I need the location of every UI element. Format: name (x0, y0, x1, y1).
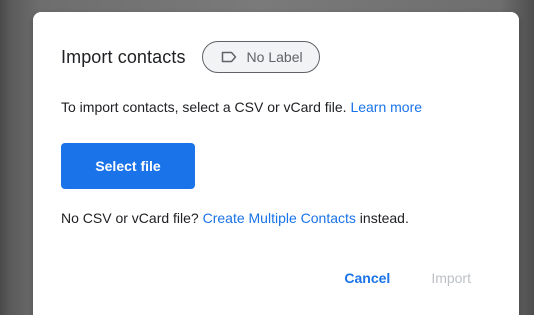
label-chip[interactable]: No Label (201, 41, 320, 73)
label-outline-icon (221, 50, 239, 64)
import-contacts-dialog: Import contacts No Label To import conta… (33, 12, 519, 315)
select-file-button[interactable]: Select file (61, 143, 195, 189)
dialog-actions: Cancel Import (344, 266, 519, 290)
dialog-title: Import contacts (61, 46, 186, 67)
dialog-description: To import contacts, select a CSV or vCar… (61, 99, 422, 115)
label-chip-text: No Label (246, 49, 303, 65)
dialog-header: Import contacts No Label (61, 40, 320, 74)
import-button[interactable]: Import (431, 270, 471, 286)
no-file-message: No CSV or vCard file? Create Multiple Co… (61, 210, 409, 226)
create-multiple-contacts-link[interactable]: Create Multiple Contacts (203, 210, 356, 226)
learn-more-link[interactable]: Learn more (350, 99, 422, 115)
description-text: To import contacts, select a CSV or vCar… (61, 99, 347, 115)
no-file-suffix: instead. (359, 210, 409, 226)
no-file-prefix: No CSV or vCard file? (61, 210, 199, 226)
cancel-button[interactable]: Cancel (344, 270, 390, 286)
